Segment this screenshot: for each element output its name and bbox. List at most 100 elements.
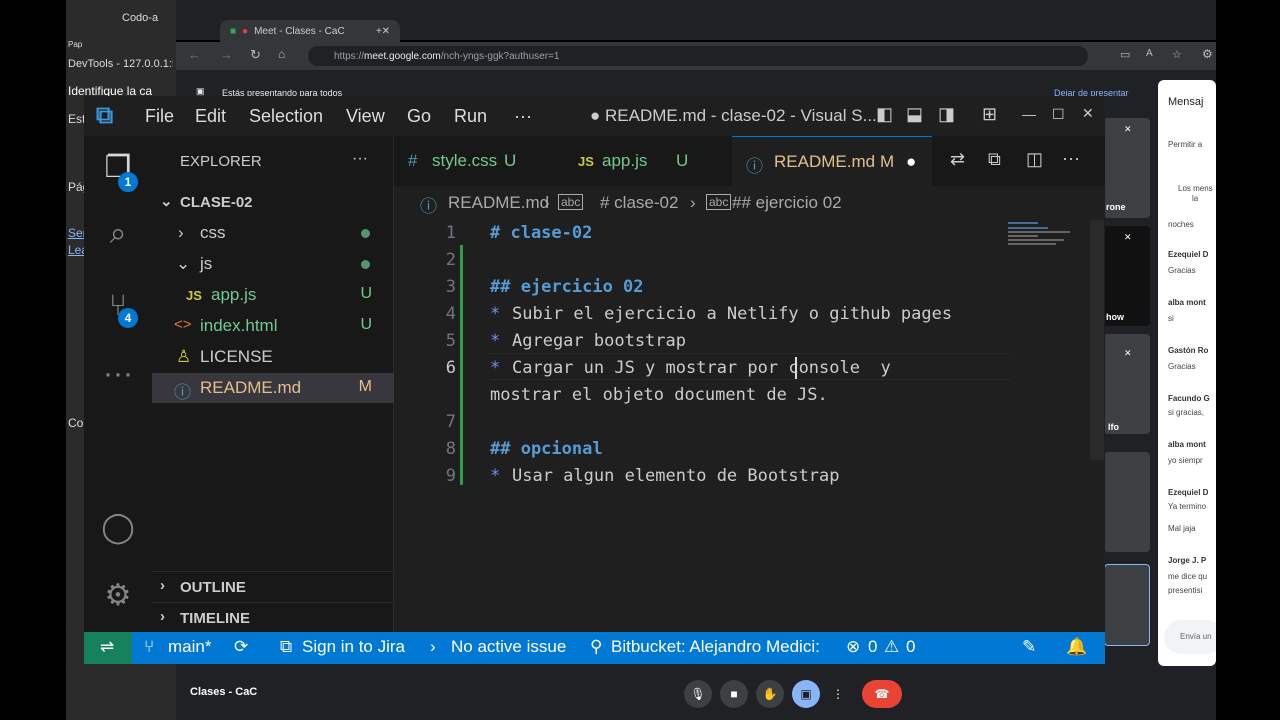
- tree-label: LICENSE: [200, 347, 273, 366]
- tab-style-css[interactable]: # style.css U: [394, 136, 554, 186]
- participant-tile[interactable]: [1104, 564, 1150, 646]
- code-editor[interactable]: 1 # clase-02 2 3 ## ejercicio 02 4 * Sub…: [394, 220, 1105, 632]
- menu-edit[interactable]: Edit: [195, 106, 226, 127]
- menu-selection[interactable]: Selection: [249, 106, 323, 127]
- more-views-icon[interactable]: ···: [98, 354, 138, 394]
- search-icon[interactable]: ⌕: [98, 214, 138, 254]
- mic-off-icon: ✕: [1124, 348, 1132, 358]
- layout-icon[interactable]: ⊞: [982, 104, 997, 125]
- star-icon[interactable]: ☆: [1172, 48, 1182, 61]
- js-file-icon: JS: [578, 154, 594, 169]
- remote-icon: ⇌: [100, 637, 115, 656]
- extensions-icon[interactable]: ⚙: [1202, 47, 1213, 61]
- participant-name: lfo: [1108, 422, 1119, 432]
- tree-item-appjs[interactable]: JS app.js U: [152, 280, 394, 310]
- new-tab-button[interactable]: +: [376, 20, 382, 42]
- code-line: Cargar un JS y mostrar por console y: [512, 358, 891, 378]
- bullet-marker: *: [490, 304, 501, 324]
- minimize-icon[interactable]: —: [1022, 106, 1036, 122]
- tree-item-js[interactable]: ⌄ js: [152, 249, 394, 279]
- license-icon: ♙: [176, 347, 192, 366]
- unsaved-dot-icon[interactable]: ●: [906, 152, 916, 172]
- participant-tile[interactable]: [1104, 452, 1150, 552]
- menu-run[interactable]: Run: [454, 106, 487, 127]
- menu-view[interactable]: View: [346, 106, 385, 127]
- branch-status[interactable]: main*: [168, 637, 211, 657]
- account-icon[interactable]: ◯: [98, 508, 138, 548]
- participant-tile[interactable]: ✕ how: [1104, 226, 1150, 326]
- line-number: 7: [445, 412, 456, 432]
- home-icon[interactable]: ⌂: [278, 47, 285, 61]
- forward-icon[interactable]: →: [220, 47, 233, 62]
- outline-section[interactable]: › OUTLINE: [152, 571, 394, 601]
- remote-indicator[interactable]: ⇌: [84, 632, 132, 664]
- open-preview-icon[interactable]: ⧉: [988, 149, 1001, 170]
- split-editor-icon[interactable]: ◫: [1026, 149, 1043, 170]
- toggle-secondary-sidebar-icon[interactable]: ◨: [938, 104, 955, 125]
- background-tab[interactable]: Codo-a: [122, 12, 172, 24]
- feedback-icon[interactable]: ✎: [1022, 637, 1036, 657]
- minimap[interactable]: [1008, 220, 1086, 250]
- error-count[interactable]: 0: [868, 637, 877, 657]
- editor-more-icon[interactable]: ···: [1062, 148, 1080, 169]
- chat-input[interactable]: Envía un: [1164, 620, 1216, 654]
- timeline-section[interactable]: › TIMELINE: [152, 602, 394, 632]
- menu-file[interactable]: File: [145, 106, 174, 127]
- translate-icon[interactable]: A: [1146, 48, 1153, 59]
- settings-gear-icon[interactable]: ⚙: [98, 576, 138, 616]
- breadcrumb-heading-2[interactable]: ## ejercicio 02: [732, 193, 842, 213]
- tree-item-readme[interactable]: ⓘ README.md M: [152, 373, 394, 403]
- notifications-icon[interactable]: 🔔: [1066, 637, 1087, 657]
- reload-icon[interactable]: ↻: [250, 47, 261, 63]
- tree-item-css[interactable]: › css: [152, 218, 394, 248]
- folder-header[interactable]: ⌄ CLASE-02: [152, 187, 394, 217]
- tab-readme-md[interactable]: ⓘ README.md M ●: [732, 136, 932, 186]
- explorer-more-button[interactable]: ···: [352, 150, 368, 168]
- warning-count[interactable]: 0: [906, 637, 915, 657]
- minimap-line: [1008, 243, 1056, 245]
- maximize-icon[interactable]: ☐: [1052, 106, 1065, 123]
- url-prefix: https://: [334, 50, 365, 62]
- menu-more[interactable]: ···: [514, 106, 532, 127]
- raise-hand-button[interactable]: ✋: [756, 680, 784, 708]
- breadcrumb-heading-1[interactable]: # clase-02: [600, 193, 678, 213]
- participant-tile[interactable]: ✕ rone: [1104, 118, 1150, 218]
- tree-item-indexhtml[interactable]: <> index.html U: [152, 311, 394, 341]
- url-field[interactable]: https://meet.google.com/nch-yngs-ggk?aut…: [308, 46, 1088, 66]
- tab-app-js[interactable]: JS app.js U: [562, 136, 722, 186]
- bitbucket-status[interactable]: Bitbucket: Alejandro Medici:: [611, 637, 820, 657]
- present-icon: ▣: [800, 687, 812, 701]
- chat-author: Ezequiel D: [1168, 250, 1209, 259]
- back-icon[interactable]: ←: [188, 47, 201, 62]
- sync-icon[interactable]: ⟳: [234, 637, 248, 657]
- menu-go[interactable]: Go: [407, 106, 431, 127]
- line-number: 1: [445, 223, 456, 243]
- explorer-sidebar: EXPLORER ··· ⌄ CLASE-02 › css ⌄ js JS ap…: [152, 136, 394, 632]
- modified-dot: [361, 229, 370, 238]
- present-button[interactable]: ▣: [792, 680, 820, 708]
- jira-issue-status[interactable]: No active issue: [451, 637, 566, 657]
- breadcrumb: ⓘ README.md › abc # clase-02 › abc ## ej…: [394, 186, 1105, 220]
- timeline-title: TIMELINE: [180, 610, 250, 627]
- chat-allow-toggle[interactable]: Permitir a: [1168, 140, 1202, 149]
- more-options-button[interactable]: ⋮: [828, 680, 848, 708]
- camera-button[interactable]: ■: [720, 680, 748, 708]
- untracked-flag: U: [360, 316, 372, 333]
- tab-meet[interactable]: ■ ● Meet - Clases - CaC ✕: [220, 20, 400, 42]
- breadcrumb-file[interactable]: README.md: [448, 193, 549, 213]
- participant-tile[interactable]: ✕ lfo: [1104, 334, 1150, 434]
- chat-message: Ya termino: [1168, 502, 1207, 511]
- mic-button[interactable]: 🎙: [684, 680, 712, 708]
- scrollbar[interactable]: [1090, 220, 1104, 460]
- compare-changes-icon[interactable]: ⇄: [950, 149, 965, 170]
- close-icon[interactable]: ✕: [382, 26, 390, 37]
- status-bar: ⇌ ⑂ main* ⟳ ⧉ Sign in to Jira › No activ…: [84, 632, 1105, 664]
- tree-item-license[interactable]: ♙ LICENSE: [152, 342, 394, 372]
- cast-icon[interactable]: ▭: [1120, 48, 1130, 61]
- close-window-icon[interactable]: ✕: [1082, 105, 1094, 122]
- leave-call-button[interactable]: ☎: [862, 680, 902, 708]
- toggle-panel-icon[interactable]: ⬓: [906, 104, 923, 125]
- js-file-icon: JS: [186, 288, 202, 303]
- toggle-sidebar-icon[interactable]: ◧: [876, 104, 893, 125]
- jira-signin[interactable]: Sign in to Jira: [302, 637, 405, 657]
